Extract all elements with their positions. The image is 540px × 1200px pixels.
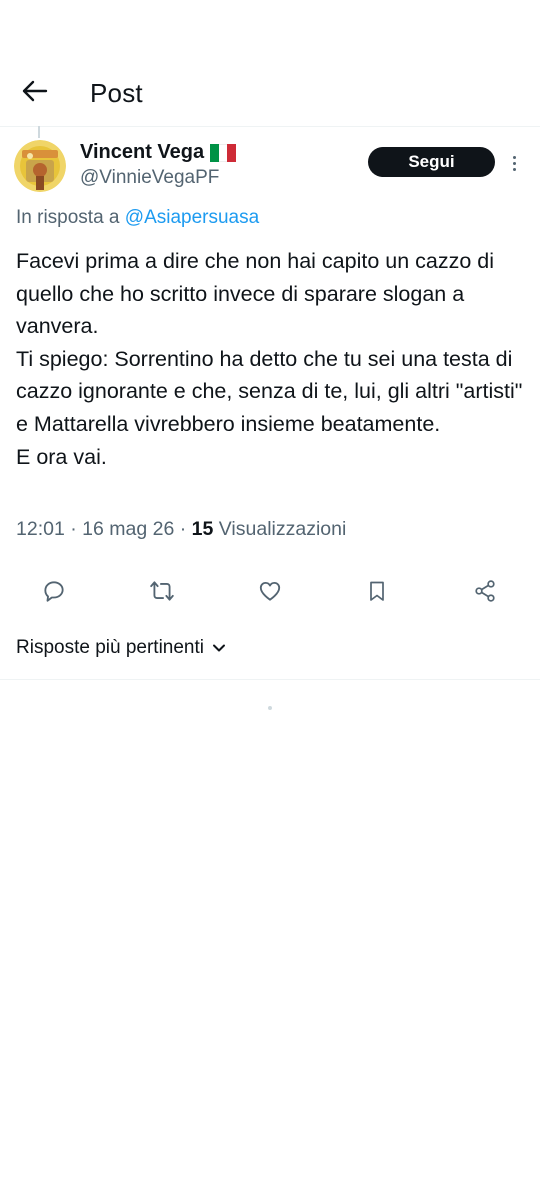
bookmark-icon [370,581,384,601]
replies-sort-dropdown[interactable]: Risposte più pertinenti [16,637,226,659]
more-options-button[interactable] [505,150,523,176]
tweet-date[interactable]: 16 mag 26 [82,518,174,540]
share-icon [475,580,495,602]
page-title: Post [90,78,143,108]
like-button[interactable] [253,574,287,608]
author-handle[interactable]: @VinnieVegaPF [80,167,219,189]
share-button[interactable] [468,574,502,608]
tweet-time[interactable]: 12:01 [16,518,65,540]
bookmark-button[interactable] [360,574,394,608]
meta-separator: · [70,518,77,540]
views-count[interactable]: 15 [192,518,214,540]
top-bar: Post [0,62,540,126]
reply-to-link[interactable]: @Asiapersuasa [125,207,259,228]
more-dot-icon [512,167,516,171]
arrow-left-icon [22,80,48,102]
more-dot-icon [512,155,516,159]
views-label[interactable]: Visualizzazioni [219,518,347,540]
meta-separator: · [179,518,187,540]
reply-button[interactable] [37,574,71,608]
repost-icon [150,581,174,601]
reply-icon [44,581,64,602]
replies-sort-label: Risposte più pertinenti [16,637,204,658]
action-bar [0,574,540,608]
more-dot-icon [512,161,516,165]
loading-indicator [268,706,272,710]
reply-context: In risposta a @Asiapersuasa [16,207,259,229]
repost-button[interactable] [145,574,179,608]
tweet-text: Facevi prima a dire che non hai capito u… [16,249,523,469]
chevron-down-icon [212,643,226,653]
avatar[interactable] [14,140,66,192]
thread-line [38,126,40,138]
reply-prefix: In risposta a [16,207,120,228]
back-button[interactable] [18,74,52,108]
header-divider [0,126,540,127]
italy-flag-icon [210,143,237,162]
follow-button[interactable]: Segui [368,147,495,177]
tweet-meta: 12:01 · 16 mag 26 · 15 Visualizzazioni [16,518,346,541]
like-icon [259,581,281,601]
author-display-name[interactable]: Vincent Vega [80,141,204,164]
author-name-row[interactable]: Vincent Vega [80,141,237,164]
section-divider [0,679,540,680]
